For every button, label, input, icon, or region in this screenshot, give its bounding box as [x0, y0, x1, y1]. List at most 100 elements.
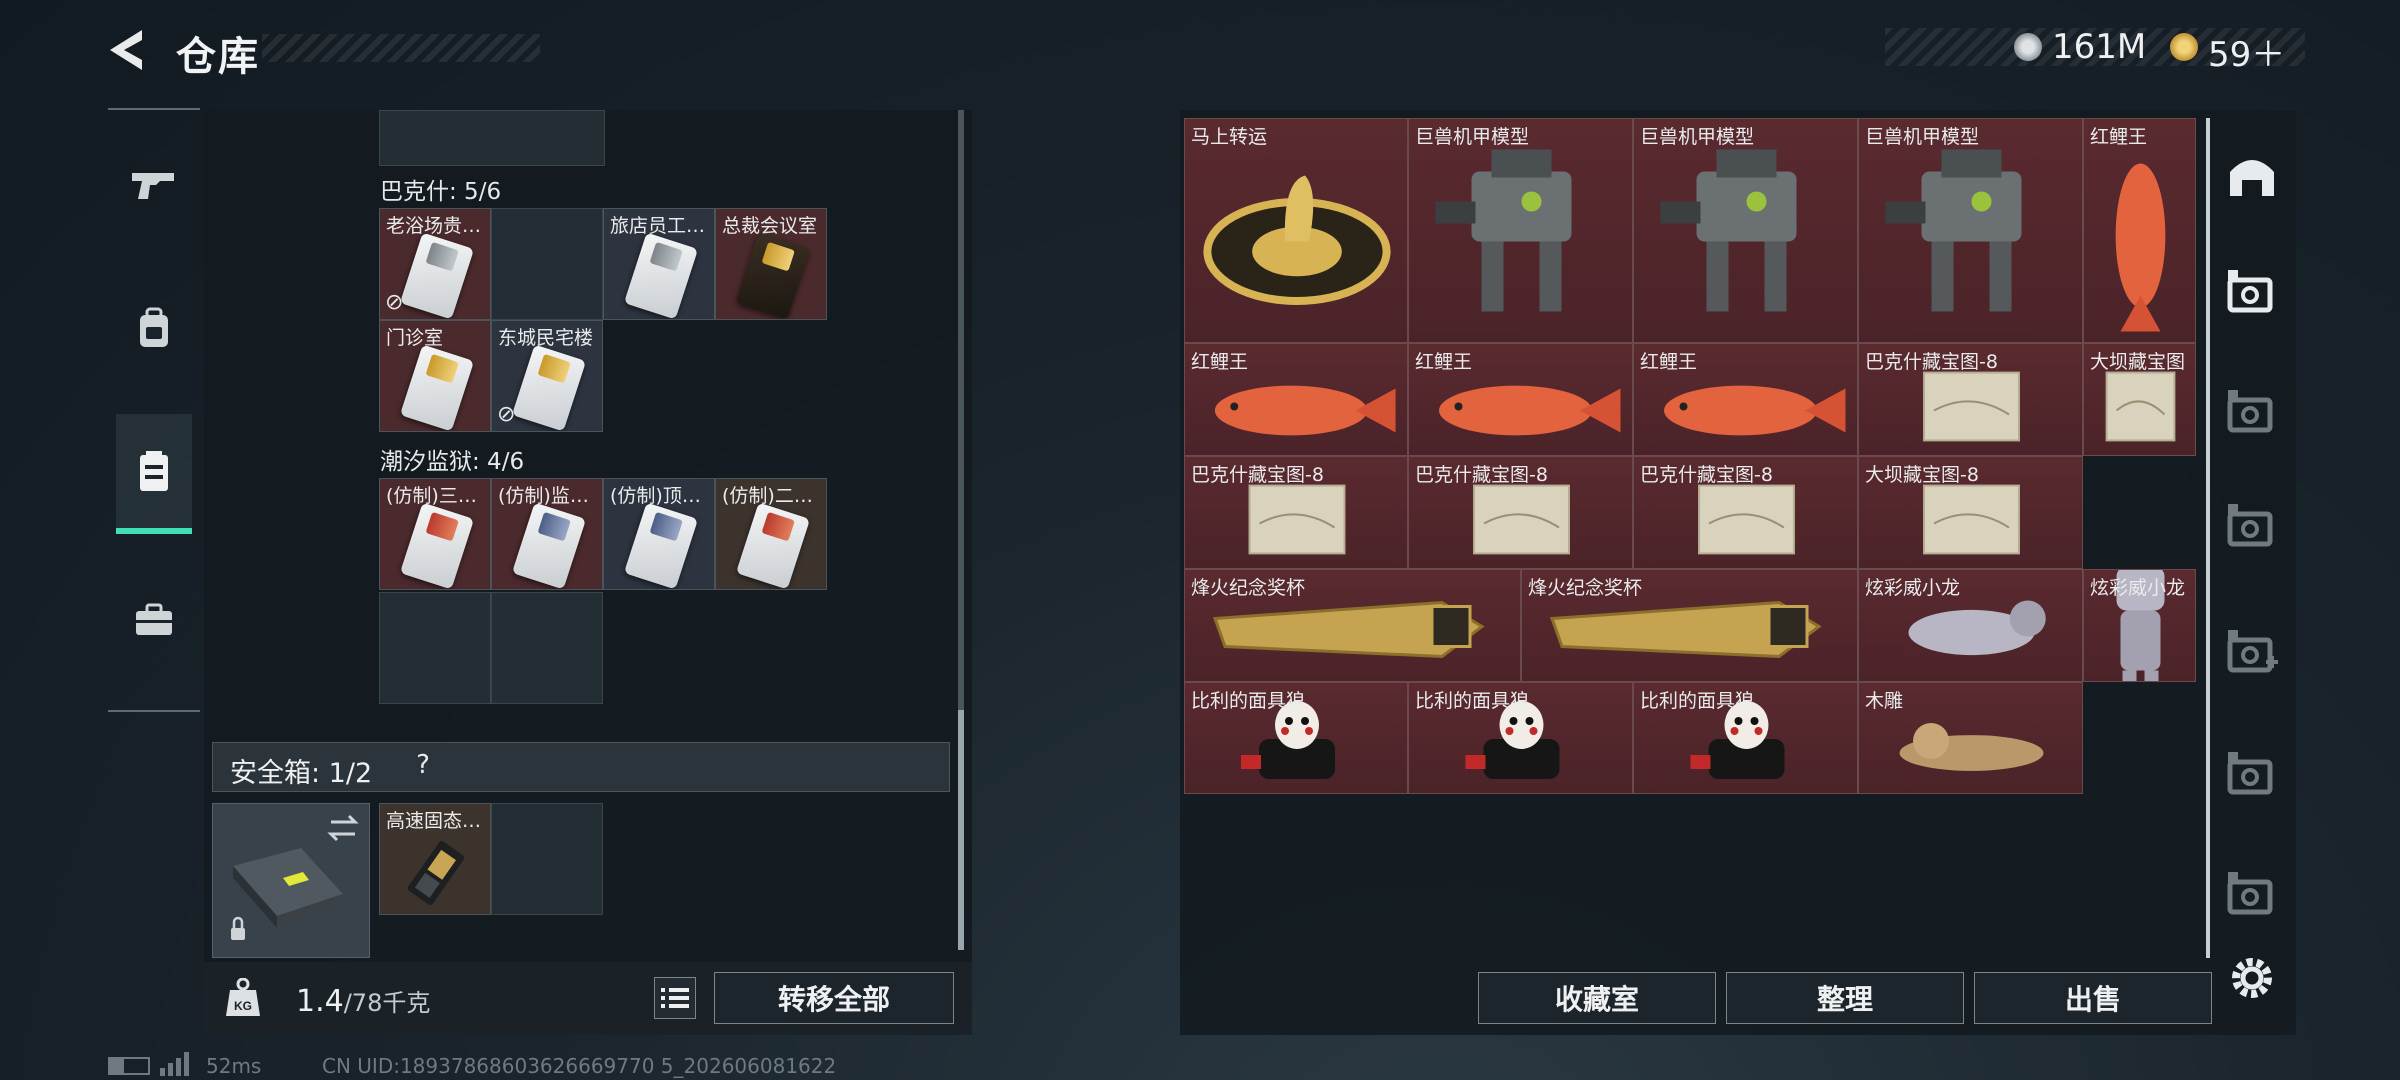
- silver-currency-value: 161M: [2052, 27, 2147, 67]
- help-icon[interactable]: ?: [406, 748, 440, 782]
- safebox-label: 安全箱: 1/2: [230, 758, 373, 789]
- keycard-item[interactable]: (仿制)三号牢房: [379, 478, 491, 590]
- stash-item[interactable]: 巨兽机甲模型: [1858, 118, 2083, 343]
- item-label: 门诊室: [386, 327, 444, 349]
- grid-cell-empty: [379, 110, 605, 166]
- title-decoration: [262, 34, 540, 62]
- stash-item[interactable]: 比利的面具狼: [1184, 682, 1408, 794]
- stash-tab-8[interactable]: [2216, 942, 2288, 1014]
- stash-iv-selected-icon: [2227, 270, 2273, 313]
- weight-readout: 1.4/78千克: [296, 983, 430, 1019]
- stash-item[interactable]: 木雕: [1858, 682, 2083, 794]
- stash-tab-1[interactable]: [2216, 140, 2288, 212]
- item-label: 巴克什藏宝图-8: [1415, 464, 1548, 486]
- stash-item[interactable]: 红鲤王: [1408, 343, 1633, 456]
- item-label: 红鲤王: [2090, 126, 2148, 148]
- stash-nav-divider: [2206, 118, 2210, 958]
- back-button[interactable]: [102, 22, 158, 78]
- stash-item[interactable]: 烽火纪念奖杯: [1184, 569, 1521, 682]
- item-label: 巴克什藏宝图-8: [1865, 351, 1998, 373]
- item-label: (仿制)二号牢房: [722, 485, 826, 507]
- item-label: (仿制)顶层牢房: [610, 485, 714, 507]
- stash-item[interactable]: 巴克什藏宝图-8: [1633, 456, 1858, 569]
- collection-room-button[interactable]: 收藏室: [1478, 972, 1716, 1024]
- stash-item[interactable]: 红鲤王: [2083, 118, 2196, 343]
- sell-button[interactable]: 出售: [1974, 972, 2212, 1024]
- stash-item[interactable]: 比利的面具狼: [1408, 682, 1633, 794]
- item-label: 老浴场贵宾室: [386, 215, 490, 237]
- stash-tab-6[interactable]: [2216, 738, 2288, 810]
- stash-item[interactable]: 巨兽机甲模型: [1408, 118, 1633, 343]
- stash-tab-2[interactable]: [2216, 256, 2288, 328]
- inventory-scroll-thumb[interactable]: [958, 710, 964, 950]
- gun-icon: [132, 173, 174, 199]
- item-label: 高速固态硬盘: [386, 810, 490, 832]
- mech-model-icon: [1660, 149, 1797, 312]
- keycard-icon: [735, 502, 811, 589]
- stash-item[interactable]: 烽火纪念奖杯: [1521, 569, 1858, 682]
- stash-item[interactable]: 大坝藏宝图: [2083, 343, 2196, 456]
- safebox-slot-empty[interactable]: [491, 803, 603, 915]
- gold-currency-value[interactable]: 59＋: [2208, 27, 2285, 76]
- stash-container-icon: [2227, 752, 2273, 795]
- nav-item-backpack[interactable]: [116, 268, 192, 388]
- item-label: 巴克什藏宝图-8: [1640, 464, 1773, 486]
- stash-tab-5[interactable]: [2216, 616, 2288, 688]
- list-view-button[interactable]: [654, 977, 696, 1019]
- item-label: 巴克什藏宝图-8: [1191, 464, 1324, 486]
- stash-item[interactable]: 炫彩威小龙: [2083, 569, 2196, 682]
- item-label: 烽火纪念奖杯: [1191, 577, 1306, 599]
- item-label: 大坝藏宝图: [2090, 351, 2186, 373]
- safebox-container[interactable]: [212, 803, 370, 958]
- keycard-item[interactable]: 总裁会议室: [715, 208, 827, 320]
- keycard-item[interactable]: 东城民宅楼 ⊘: [491, 320, 603, 432]
- item-label: 烽火纪念奖杯: [1528, 577, 1643, 599]
- stash-item[interactable]: 炫彩威小龙: [1858, 569, 2083, 682]
- keycard-item[interactable]: (仿制)二号牢房: [715, 478, 827, 590]
- keycard-icon: [623, 232, 699, 319]
- keycard-item[interactable]: 旅店员工休息室: [603, 208, 715, 320]
- signal-icon: [160, 1052, 196, 1080]
- weight-kg-icon: KG: [224, 977, 262, 1018]
- keycard-item[interactable]: 门诊室: [379, 320, 491, 432]
- stash-grid: 马上转运 巨兽机甲模型 巨兽机甲模型 巨兽机甲模型 红鲤王 红鲤王 红鲤王 红鲤王 巴克什藏宝图…: [1184, 118, 2196, 794]
- stash-item[interactable]: 大坝藏宝图-8: [1858, 456, 2083, 569]
- safebox-item-ssd[interactable]: 高速固态硬盘: [379, 803, 491, 915]
- stash-item[interactable]: 巴克什藏宝图-8: [1858, 343, 2083, 456]
- stash-item[interactable]: 马上转运: [1184, 118, 1408, 343]
- keycard-item[interactable]: (仿制)监控室: [491, 478, 603, 590]
- stash-tab-3[interactable]: [2216, 376, 2288, 448]
- back-arrow-icon: [110, 30, 142, 70]
- stash-item[interactable]: 巴克什藏宝图-8: [1184, 456, 1408, 569]
- stash-item[interactable]: 比利的面具狼: [1633, 682, 1858, 794]
- section-label-chaoxi: 潮汐监狱: 4/6: [380, 449, 525, 475]
- item-label: 红鲤王: [1415, 351, 1473, 373]
- stash-item[interactable]: 红鲤王: [1633, 343, 1858, 456]
- keycard-icon: [511, 344, 587, 431]
- item-label: 炫彩威小龙: [1865, 577, 1961, 599]
- organize-button[interactable]: 整理: [1726, 972, 1964, 1024]
- keycard-item[interactable]: 老浴场贵宾室 ⊘: [379, 208, 491, 320]
- stash-tab-4[interactable]: [2216, 490, 2288, 562]
- stash-iv-icon: [2227, 390, 2273, 433]
- list-icon: [661, 988, 689, 1008]
- nav-item-weapons[interactable]: [116, 124, 192, 244]
- nav-item-chest-rig[interactable]: [116, 414, 192, 534]
- nav-item-briefcase[interactable]: [116, 560, 192, 680]
- item-label: 大坝藏宝图-8: [1865, 464, 1979, 486]
- stash-item[interactable]: 红鲤王: [1184, 343, 1408, 456]
- stash-tab-7[interactable]: [2216, 858, 2288, 930]
- item-label: (仿制)三号牢房: [386, 485, 490, 507]
- keycard-icon: [399, 502, 475, 589]
- stash-item[interactable]: 巴克什藏宝图-8: [1408, 456, 1633, 569]
- transfer-all-button[interactable]: 转移全部: [714, 972, 954, 1024]
- keycard-item[interactable]: (仿制)顶层牢房: [603, 478, 715, 590]
- item-label: 旅店员工休息室: [610, 215, 714, 237]
- svg-text:KG: KG: [234, 999, 252, 1013]
- stash-item[interactable]: 巨兽机甲模型: [1633, 118, 1858, 343]
- keycard-icon: [623, 502, 699, 589]
- item-label: 总裁会议室: [722, 215, 818, 237]
- item-label: 马上转运: [1191, 126, 1268, 148]
- item-label: 巨兽机甲模型: [1640, 126, 1755, 148]
- keycard-icon: [511, 502, 587, 589]
